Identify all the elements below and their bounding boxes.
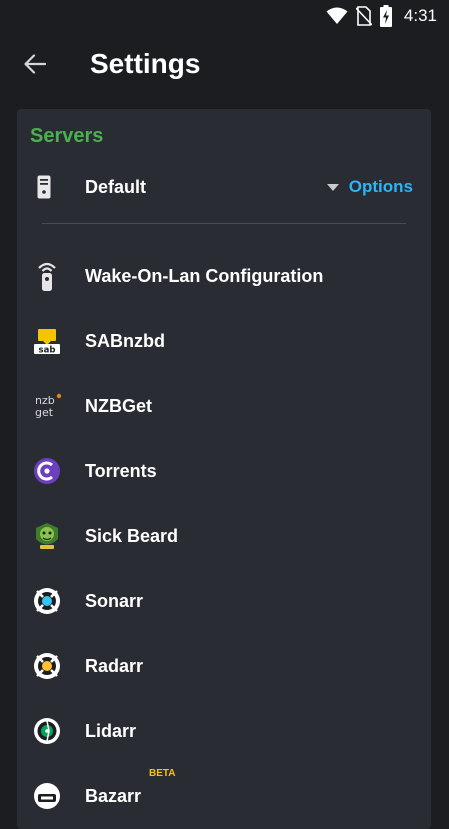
menu-item-label: Bazarr [85, 785, 142, 806]
sonarr-icon [31, 585, 63, 617]
menu-item-bazarr[interactable]: Bazarr BETA [17, 764, 431, 828]
no-sim-icon [355, 6, 372, 26]
menu-item-sabnzbd[interactable]: sab SABnzbd [17, 309, 431, 373]
status-time: 4:31 [403, 6, 437, 25]
menu-item-wake-on-lan[interactable]: Wake-On-Lan Configuration [17, 244, 431, 308]
svg-text:get: get [35, 406, 54, 419]
remote-icon [31, 260, 63, 292]
sickbeard-icon [31, 520, 63, 552]
menu-item-torrents[interactable]: Torrents [17, 439, 431, 503]
menu-item-label: NZBGet [85, 395, 152, 416]
menu-item-label: Lidarr [85, 720, 137, 741]
menu-item-label: Sick Beard [85, 525, 179, 546]
menu-item-nzbget[interactable]: nzb get NZBGet [17, 374, 431, 438]
menu-item-label: SABnzbd [85, 330, 165, 351]
server-icon [37, 175, 51, 204]
sabnzbd-icon: sab [31, 325, 63, 357]
menu-item-label: Radarr [85, 655, 144, 676]
options-button[interactable]: Options [326, 177, 413, 197]
battery-charging-icon [379, 5, 392, 27]
lidarr-icon [31, 715, 63, 747]
divider [42, 223, 406, 224]
wifi-icon [326, 7, 348, 25]
servers-card: Servers Default Options Wake-On-Lan Conf… [17, 109, 431, 829]
arrow-left-icon [24, 54, 46, 74]
menu-item-sonarr[interactable]: Sonarr [17, 569, 431, 633]
menu-item-label: Wake-On-Lan Configuration [85, 265, 324, 286]
nzbget-icon: nzb get [31, 390, 63, 422]
caret-down-icon [326, 183, 339, 191]
svg-text:sab: sab [39, 346, 56, 356]
beta-badge: BETA [149, 768, 176, 779]
radarr-icon [31, 650, 63, 682]
app-bar: Settings [0, 32, 449, 96]
page-title: Settings [90, 48, 201, 79]
section-title-servers: Servers [30, 125, 104, 147]
options-label: Options [348, 177, 413, 196]
server-name: Default [85, 176, 147, 197]
menu-item-lidarr[interactable]: Lidarr [17, 699, 431, 763]
menu-item-label: Sonarr [85, 590, 144, 611]
server-selector[interactable]: Default Options [17, 163, 431, 211]
bazarr-icon [31, 780, 63, 812]
menu-item-sick-beard[interactable]: Sick Beard [17, 504, 431, 568]
status-bar: 4:31 [0, 0, 449, 32]
torrents-icon [31, 455, 63, 487]
menu-item-label: Torrents [85, 460, 157, 481]
back-button[interactable] [15, 44, 55, 84]
menu-item-radarr[interactable]: Radarr [17, 634, 431, 698]
